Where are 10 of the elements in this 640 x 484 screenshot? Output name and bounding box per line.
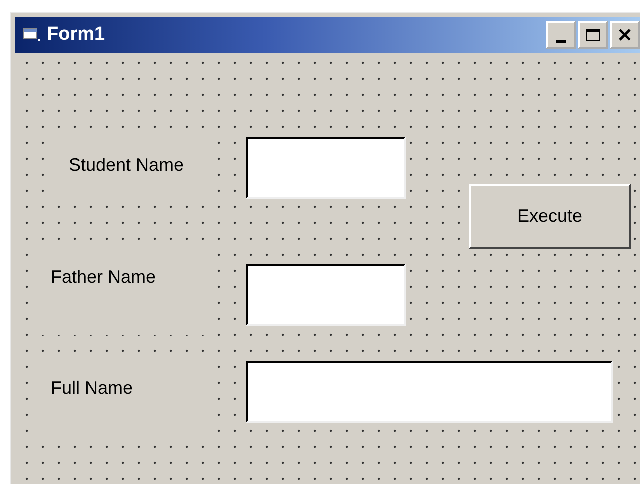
execute-button[interactable]: Execute (469, 184, 631, 249)
form-icon (23, 27, 41, 43)
close-icon (618, 28, 632, 42)
text-field[interactable] (246, 137, 406, 199)
text-field[interactable] (246, 361, 613, 423)
close-button[interactable] (610, 21, 640, 49)
maximize-button[interactable] (578, 21, 608, 49)
minimize-button[interactable] (546, 21, 576, 49)
text-field[interactable] (246, 264, 406, 326)
window-title: Form1 (47, 24, 106, 46)
